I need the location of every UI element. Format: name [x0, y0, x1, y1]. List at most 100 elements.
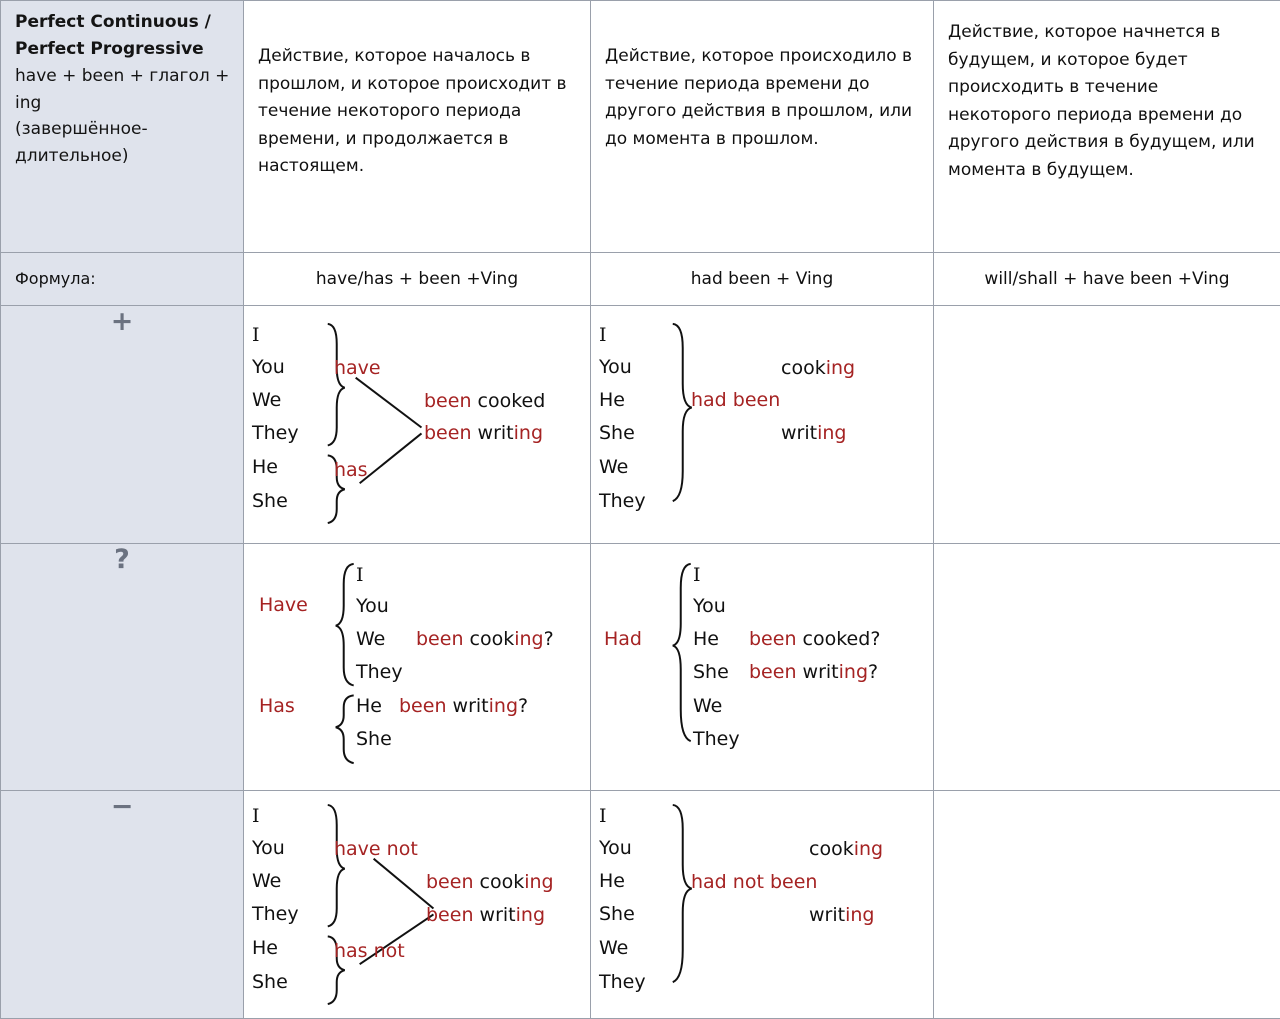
verb-writ: writ: [809, 904, 845, 926]
verb-cooked: cooked: [478, 390, 546, 412]
formula-label-cell: Формула:: [1, 253, 244, 306]
aux-had-not-been: had not been: [691, 873, 817, 892]
phrase-line-2: been writing?: [749, 663, 878, 682]
been-word: been: [749, 661, 796, 683]
future-description-cell: Действие, которое начнется в будущем, и …: [934, 1, 1280, 253]
past-formula: had been + Ving: [591, 253, 933, 305]
phrase-line-1: been cooked?: [749, 630, 880, 649]
ing-suffix: ing: [839, 661, 868, 683]
pronoun: You: [693, 597, 726, 616]
tense-header: Perfect Continuous / Perfect Progressive…: [1, 1, 243, 180]
future-formula-cell: will/shall + have been +Ving: [934, 253, 1280, 306]
been-word: been: [424, 390, 471, 412]
verb-writ: writ: [781, 422, 817, 444]
present-question-cell: Have Has I You We They He She been cooki…: [244, 544, 591, 791]
pronoun: We: [599, 939, 628, 958]
aux-have: have: [334, 359, 381, 378]
sign-question-cell: ?: [1, 544, 244, 791]
question-mark: ?: [544, 628, 554, 650]
table-row-formula: Формула: have/has + been +Ving had been …: [1, 253, 1280, 306]
been-word: been: [416, 628, 463, 650]
pronoun: You: [252, 839, 285, 858]
pronoun: They: [693, 730, 740, 749]
present-question-diagram: Have Has I You We They He She been cooki…: [244, 544, 590, 790]
future-question-cell: [934, 544, 1280, 791]
question-mark-icon: ?: [114, 544, 130, 575]
been-word: been: [749, 628, 796, 650]
result-line-2: been writing: [426, 906, 545, 925]
verb-writ: writ: [803, 661, 839, 683]
phrase-line-2: been writing?: [399, 697, 528, 716]
pronoun: I: [356, 566, 364, 585]
been-word: been: [424, 422, 471, 444]
table-row-description: Perfect Continuous / Perfect Progressive…: [1, 1, 1280, 253]
verb-line-2: writing: [809, 906, 874, 925]
pronoun: We: [252, 391, 281, 410]
pronoun: We: [252, 872, 281, 891]
verb-cooked: cooked: [803, 628, 871, 650]
present-formula: have/has + been +Ving: [244, 253, 590, 305]
table-row-negative: − I You We They He She have not has not: [1, 791, 1280, 1019]
past-question-diagram: Had I You He She We They been cooked? be…: [591, 544, 933, 790]
brace-lines-svg: [244, 544, 590, 790]
tense-russian-name: (завершённое-длительное): [15, 116, 233, 170]
pronoun: She: [252, 492, 288, 511]
verb-line-1: cooking: [781, 359, 855, 378]
present-negative-cell: I You We They He She have not has not be…: [244, 791, 591, 1019]
pronoun: He: [252, 939, 278, 958]
table-row-question: ? Have Has I You We They He She: [1, 544, 1280, 791]
result-line-1: been cooked: [424, 392, 545, 411]
pronoun: They: [356, 663, 403, 682]
table-row-affirmative: + I You We They He She: [1, 306, 1280, 544]
ing-suffix: ing: [854, 838, 883, 860]
pronoun: He: [599, 872, 625, 891]
ing-suffix: ing: [524, 871, 553, 893]
pronoun: I: [252, 326, 260, 345]
ing-suffix: ing: [489, 695, 518, 717]
pronoun: We: [356, 630, 385, 649]
aux-had-been: had been: [691, 391, 780, 410]
future-affirmative-diagram: [934, 306, 1280, 543]
sign-affirmative-cell: +: [1, 306, 244, 544]
present-affirmative-diagram: I You We They He She have has been cooke…: [244, 306, 590, 543]
pronoun: We: [693, 697, 722, 716]
question-mark: ?: [870, 628, 880, 650]
pronoun: They: [252, 424, 299, 443]
tense-title: Perfect Continuous / Perfect Progressive: [15, 9, 233, 63]
pronoun: He: [356, 697, 382, 716]
pronoun: They: [599, 973, 646, 992]
been-word: been: [426, 904, 473, 926]
ing-suffix: ing: [514, 628, 543, 650]
aux-has-not: has not: [334, 942, 405, 961]
minus-icon: −: [111, 791, 134, 822]
pronoun: He: [252, 458, 278, 477]
pronoun: You: [599, 358, 632, 377]
present-negative-diagram: I You We They He She have not has not be…: [244, 791, 590, 1018]
past-description-cell: Действие, которое происходило в течение …: [591, 1, 934, 253]
pronoun: I: [599, 326, 607, 345]
pronoun: We: [599, 458, 628, 477]
aux-had: Had: [604, 630, 642, 649]
verb-writ: writ: [480, 904, 516, 926]
aux-has: has: [334, 461, 368, 480]
ing-suffix: ing: [845, 904, 874, 926]
result-line-1: been cooking: [426, 873, 554, 892]
past-negative-cell: I You He She We They had not been cookin…: [591, 791, 934, 1019]
pronoun: I: [252, 807, 260, 826]
tense-name-cell: Perfect Continuous / Perfect Progressive…: [1, 1, 244, 253]
result-line-2: been writing: [424, 424, 543, 443]
ing-suffix: ing: [826, 357, 855, 379]
verb-line-1: cooking: [809, 840, 883, 859]
pronoun: You: [252, 358, 285, 377]
present-affirmative-cell: I You We They He She have has been cooke…: [244, 306, 591, 544]
future-description: Действие, которое начнется в будущем, и …: [934, 1, 1280, 194]
present-description-cell: Действие, которое началось в прошлом, и …: [244, 1, 591, 253]
tense-table: Perfect Continuous / Perfect Progressive…: [0, 0, 1280, 1019]
future-affirmative-cell: [934, 306, 1280, 544]
question-mark: ?: [518, 695, 528, 717]
future-negative-diagram: [934, 791, 1280, 1018]
tense-formula-hint: have + been + глагол + ing: [15, 63, 233, 117]
pronoun: She: [252, 973, 288, 992]
present-description: Действие, которое началось в прошлом, и …: [244, 1, 590, 191]
past-formula-cell: had been + Ving: [591, 253, 934, 306]
